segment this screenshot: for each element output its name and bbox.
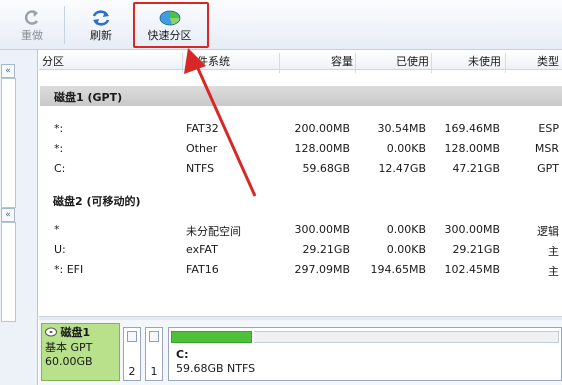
partition-c-label: C: [176,348,189,361]
column-header-partition[interactable]: 分区 [42,53,64,69]
column-header-capacity[interactable]: 容量 [283,53,353,69]
disk-map-partition-small[interactable]: 2 [123,327,141,381]
disk1-group-title: 磁盘1 (GPT) [54,91,123,104]
table-cell-unused[interactable]: 29.21GB [423,243,500,256]
column-divider[interactable] [505,53,506,73]
table-cell-used[interactable]: 0.00KB [349,223,426,236]
column-divider[interactable] [279,53,280,73]
collapse-toggle-bottom[interactable]: « [1,208,15,222]
table-header: 分区 文件系统 容量 已使用 未使用 类型 [39,50,562,73]
table-cell-type[interactable]: 主 [509,263,559,279]
partition-used-bar [171,331,252,343]
column-divider[interactable] [355,53,356,73]
column-header-used[interactable]: 已使用 [359,53,429,69]
table-cell-unused[interactable]: 47.21GB [423,162,500,175]
partition-c-detail: 59.68GB NTFS [176,362,256,375]
redo-label: 重做 [21,29,43,42]
disk-map-info[interactable]: 磁盘1 基本 GPT 60.00GB [41,323,120,381]
table-cell-type[interactable]: MSR [509,142,559,155]
table-cell-capacity[interactable]: 200.00MB [273,122,350,135]
disk2-group-title[interactable]: 磁盘2 (可移动的) [53,193,141,209]
disk1-group-header[interactable]: 磁盘1 (GPT) [40,86,562,106]
table-cell-used[interactable]: 0.00KB [349,243,426,256]
column-header-type[interactable]: 类型 [509,53,559,69]
table-cell-filesystem[interactable]: NTFS [186,162,214,175]
table-cell-partition[interactable]: *: [54,142,63,155]
collapse-toggle-top[interactable]: « [1,64,15,78]
quick-partition-highlight-box [133,2,209,48]
table-cell-unused[interactable]: 169.46MB [423,122,500,135]
left-panel-section-top [1,78,16,208]
table-cell-filesystem[interactable]: Other [186,142,217,155]
table-cell-used[interactable]: 12.47GB [349,162,426,175]
table-cell-unused[interactable]: 102.45MB [423,263,500,276]
table-cell-filesystem[interactable]: 未分配空间 [186,223,241,239]
table-cell-capacity[interactable]: 297.09MB [273,263,350,276]
column-divider[interactable] [431,53,432,73]
disk-map-partition-small[interactable]: 1 [145,327,163,381]
table-cell-partition[interactable]: * [54,223,60,236]
redo-icon [22,8,42,29]
table-cell-type[interactable]: ESP [509,122,559,135]
table-cell-filesystem[interactable]: FAT32 [186,122,219,135]
table-cell-capacity[interactable]: 59.68GB [273,162,350,175]
table-cell-capacity[interactable]: 128.00MB [273,142,350,155]
table-cell-used[interactable]: 0.00KB [349,142,426,155]
column-divider[interactable] [182,53,183,73]
table-cell-partition[interactable]: U: [54,243,66,256]
table-cell-used[interactable]: 194.65MB [349,263,426,276]
table-cell-filesystem[interactable]: exFAT [186,243,218,256]
toolbar-separator [64,6,65,44]
partition-usage-bar [149,331,159,342]
table-cell-unused[interactable]: 300.00MB [423,223,500,236]
column-header-unused[interactable]: 未使用 [435,53,501,69]
table-cell-partition[interactable]: *: [54,122,63,135]
left-panel-section-bottom [1,222,16,322]
table-cell-used[interactable]: 30.54MB [349,122,426,135]
table-cell-capacity[interactable]: 300.00MB [273,223,350,236]
table-cell-partition[interactable]: C: [54,162,65,175]
table-cell-filesystem[interactable]: FAT16 [186,263,219,276]
refresh-label: 刷新 [90,29,112,42]
partition-number: 1 [150,365,158,378]
table-cell-partition[interactable]: *: EFI [54,263,83,276]
left-side-panel: « « [0,50,38,385]
partition-usage-bar [127,331,137,342]
toolbar: 重做 刷新 快速分区 [0,0,562,50]
table-cell-capacity[interactable]: 29.21GB [273,243,350,256]
disk-map-name: 磁盘1 [60,326,91,339]
disk-map-partition-c[interactable]: C: 59.68GB NTFS [168,327,562,381]
table-cell-type[interactable]: GPT [509,162,559,175]
partition-number: 2 [128,365,136,378]
column-header-filesystem[interactable]: 文件系统 [186,53,230,69]
table-cell-type[interactable]: 主 [509,243,559,259]
table-cell-unused[interactable]: 128.00MB [423,142,500,155]
disk-map-type: 基本 GPT [45,341,93,354]
disk-map-size: 60.00GB [45,355,93,368]
partition-free-bar [254,331,559,343]
redo-button[interactable]: 重做 [12,4,52,46]
table-cell-type[interactable]: 逻辑 [509,223,559,239]
refresh-button[interactable]: 刷新 [80,4,122,46]
partition-table: 分区 文件系统 容量 已使用 未使用 类型 磁盘1 (GPT) *: FAT32… [39,50,562,316]
disk-icon [45,327,57,341]
